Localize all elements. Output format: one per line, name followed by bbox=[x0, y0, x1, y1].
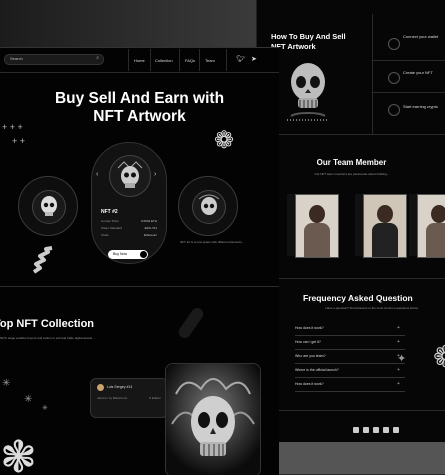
search-input[interactable]: Search ⌕ bbox=[4, 54, 104, 65]
chevron-left-icon[interactable]: ‹ bbox=[96, 171, 98, 178]
social-icon[interactable] bbox=[393, 427, 399, 433]
sparkle-icon: ✳ bbox=[2, 378, 11, 389]
seller-meta: Alpinnor by BlackCrow bbox=[97, 396, 128, 400]
faq-subtitle: Have a question? Find answers to the mos… bbox=[325, 306, 419, 310]
nft-preview-left[interactable] bbox=[18, 176, 78, 236]
divider bbox=[257, 278, 445, 279]
social-icon[interactable] bbox=[383, 427, 389, 433]
faq-item[interactable]: Who are you team? bbox=[295, 354, 405, 364]
divider bbox=[257, 410, 445, 411]
member-social-bar bbox=[355, 194, 363, 256]
skull-icon bbox=[117, 161, 143, 188]
section-divider bbox=[0, 286, 279, 287]
faq-item[interactable]: How can i get it? bbox=[295, 340, 405, 350]
nav-faqs[interactable]: FAQs bbox=[185, 58, 195, 63]
create-icon bbox=[388, 72, 400, 84]
team-member-card[interactable] bbox=[295, 194, 339, 258]
skull-icon bbox=[198, 194, 220, 215]
seller-card[interactable]: Luis Sergey #14 Alpinnor by BlackCrow 8 … bbox=[90, 378, 168, 418]
plus-icon[interactable]: + bbox=[397, 381, 400, 387]
faq-item[interactable]: How does it work? bbox=[295, 382, 405, 392]
team-title: Our Team Member bbox=[316, 158, 387, 167]
skull-artwork bbox=[287, 63, 329, 121]
nav-collection[interactable]: Collection bbox=[155, 58, 173, 63]
arrow-icon bbox=[140, 251, 147, 258]
member-photo bbox=[377, 205, 393, 223]
sparkle-icon: ✳ bbox=[42, 405, 48, 412]
faq-item[interactable]: How does it work? bbox=[295, 326, 405, 336]
featured-nft-card[interactable]: ‹ › NFT #2 Current Price 0.0542 ETH Toke… bbox=[91, 142, 167, 264]
footer-image bbox=[257, 442, 445, 474]
nft-detail-row: Chain Ethereum bbox=[101, 233, 157, 237]
wallet-icon bbox=[388, 38, 400, 50]
buy-now-button[interactable]: Buy Now bbox=[108, 250, 148, 259]
search-icon: ⌕ bbox=[96, 55, 99, 61]
sparkle-icon: + + bbox=[12, 136, 26, 146]
faq-item[interactable]: Where is the official launch? bbox=[295, 368, 405, 378]
member-photo bbox=[309, 205, 325, 223]
seller-name: Luis Sergey #14 bbox=[107, 385, 133, 389]
member-photo bbox=[431, 205, 445, 223]
coin-icon bbox=[388, 104, 400, 116]
search-placeholder: Search bbox=[10, 56, 23, 61]
divider bbox=[257, 134, 445, 135]
nft-detail-row: Token Standard ERC-721 bbox=[101, 226, 157, 230]
nft-detail-row: Current Price 0.0542 ETH bbox=[101, 219, 157, 223]
nft-name: NFT #2 bbox=[101, 209, 118, 215]
telegram-icon[interactable]: ➤ bbox=[251, 55, 257, 63]
top-collection-title: Top NFT Collection bbox=[0, 318, 95, 330]
sparkle-icon: ✳ bbox=[24, 394, 33, 405]
landing-page-main: Search ⌕ Home Collection FAQs Team 🐦︎ ➤ … bbox=[0, 47, 279, 475]
step-label: Connect your wallet bbox=[403, 34, 439, 39]
hero-description: NFT art is a new space with different el… bbox=[180, 240, 245, 244]
chevron-right-icon[interactable]: › bbox=[154, 171, 156, 178]
plus-icon[interactable]: + bbox=[397, 339, 400, 345]
team-member-card[interactable] bbox=[417, 194, 445, 258]
plus-icon[interactable]: + bbox=[397, 325, 400, 331]
nft-preview-right[interactable] bbox=[178, 176, 238, 236]
avatar bbox=[97, 384, 104, 391]
member-social-bar bbox=[409, 194, 417, 256]
seller-meta: 8 Edition bbox=[149, 396, 161, 400]
step-label: Start earning crypto bbox=[403, 104, 438, 109]
social-icon[interactable] bbox=[363, 427, 369, 433]
hero-line-2: NFT Artwork bbox=[93, 108, 186, 125]
skull-artwork bbox=[166, 364, 260, 475]
flower-icon: ❁ bbox=[433, 340, 445, 375]
divider bbox=[373, 60, 445, 61]
nav-team[interactable]: Team bbox=[205, 58, 215, 63]
skull-icon bbox=[41, 196, 57, 216]
team-subtitle: Our NFT team members are passionate abou… bbox=[314, 172, 390, 176]
top-collection-description: NFTs stage enables buyers and sellers to… bbox=[0, 336, 95, 340]
member-social-bar bbox=[287, 194, 295, 256]
plus-icon[interactable]: + bbox=[397, 367, 400, 373]
howto-title: How To Buy And Sell NFT Artwork bbox=[271, 32, 346, 51]
divider bbox=[372, 14, 373, 134]
nft-artwork-card[interactable] bbox=[165, 363, 261, 475]
team-member-card[interactable] bbox=[363, 194, 407, 258]
sparkle-icon: ✦ bbox=[397, 353, 407, 365]
flower-icon: ❁ bbox=[214, 127, 235, 154]
step-label: Create your NFT bbox=[403, 70, 433, 75]
landing-page-secondary: How To Buy And Sell NFT Artwork Connect … bbox=[256, 0, 445, 474]
coil-shape bbox=[32, 246, 53, 274]
hero-line-1: Buy Sell And Earn with bbox=[54, 90, 225, 107]
sparkle-icon: + + + bbox=[2, 122, 23, 132]
nav-home[interactable]: Home bbox=[134, 58, 145, 63]
hero-headline: Buy Sell And Earn with NFT Artwork bbox=[0, 90, 279, 126]
faq-title: Frequency Asked Question bbox=[303, 293, 413, 303]
social-icon[interactable] bbox=[373, 427, 379, 433]
divider bbox=[373, 92, 445, 93]
nav-divider bbox=[0, 72, 279, 73]
decorative-pill bbox=[176, 305, 206, 341]
flower-icon: ❃ bbox=[0, 433, 37, 475]
twitter-icon[interactable]: 🐦︎ bbox=[236, 55, 245, 63]
social-icon[interactable] bbox=[353, 427, 359, 433]
